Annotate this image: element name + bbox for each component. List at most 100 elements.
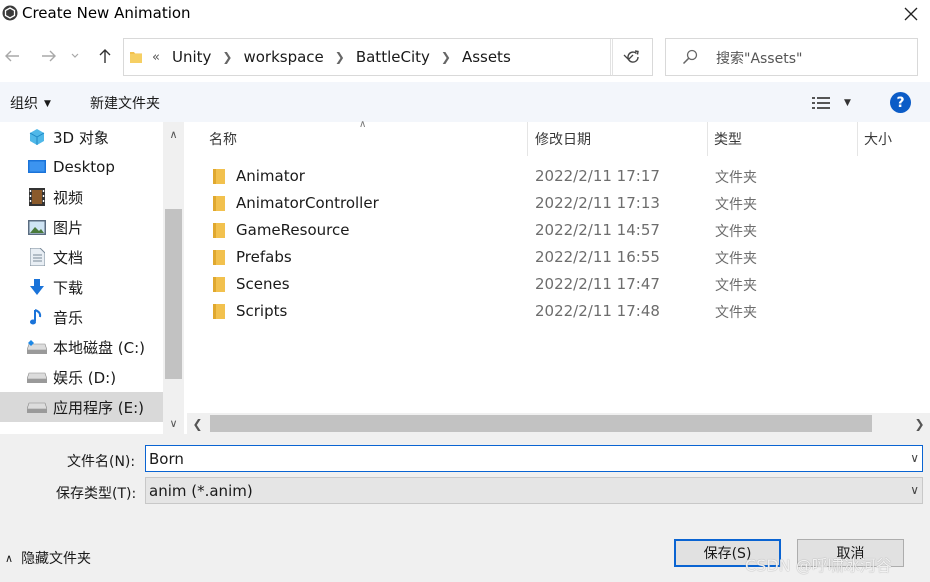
up-button[interactable] <box>94 44 116 68</box>
column-divider[interactable] <box>527 122 528 156</box>
file-row[interactable]: Scenes 2022/2/11 17:47 文件夹 <box>207 271 907 298</box>
file-type: 文件夹 <box>715 224 757 240</box>
command-bar: 组织 ▼ 新建文件夹 ▼ <box>0 82 930 122</box>
sidebar-item-label: 图片 <box>53 218 84 237</box>
recent-locations-button[interactable] <box>69 44 81 68</box>
folder-icon <box>213 196 225 211</box>
file-name: Scenes <box>236 275 290 293</box>
hide-folders-toggle[interactable]: ∧ 隐藏文件夹 <box>5 548 91 568</box>
navigation-bar: « Unity ❯ workspace ❯ BattleCity ❯ Asset… <box>0 30 930 82</box>
column-header-modified[interactable]: 修改日期 <box>535 122 591 156</box>
file-name: GameResource <box>236 221 350 239</box>
search-box[interactable]: 搜索"Assets" <box>665 38 918 76</box>
sidebar-item-documents[interactable]: 文档 <box>0 242 163 272</box>
download-icon <box>27 277 47 297</box>
refresh-button[interactable] <box>612 38 653 76</box>
sidebar-item-music[interactable]: 音乐 <box>0 302 163 332</box>
cube-icon <box>27 127 47 147</box>
file-row[interactable]: Prefabs 2022/2/11 16:55 文件夹 <box>207 244 907 271</box>
breadcrumb-battlecity[interactable]: BattleCity <box>356 48 430 66</box>
sidebar-item-drive-e[interactable]: 应用程序 (E:) <box>0 392 163 422</box>
unity-logo-icon <box>2 5 18 21</box>
file-row[interactable]: GameResource 2022/2/11 14:57 文件夹 <box>207 217 907 244</box>
sidebar-item-3d-objects[interactable]: 3D 对象 <box>0 122 163 152</box>
chevron-down-icon[interactable]: ∨ <box>910 451 919 465</box>
file-modified: 2022/2/11 17:47 <box>535 275 660 293</box>
breadcrumb-workspace[interactable]: workspace <box>243 48 323 66</box>
sidebar-item-label: 音乐 <box>53 308 84 327</box>
column-divider[interactable] <box>857 122 858 156</box>
scroll-right-icon[interactable]: ❯ <box>909 413 930 434</box>
scroll-down-icon[interactable]: ∨ <box>163 413 184 433</box>
chevron-down-icon <box>71 53 79 58</box>
arrow-up-icon <box>99 49 111 63</box>
sidebar-item-drive-d[interactable]: 娱乐 (D:) <box>0 362 163 392</box>
sidebar-item-drive-c[interactable]: 本地磁盘 (C:) <box>0 332 163 362</box>
file-modified: 2022/2/11 17:17 <box>535 167 660 185</box>
sidebar-item-pictures[interactable]: 图片 <box>0 212 163 242</box>
column-header-type[interactable]: 类型 <box>714 122 742 156</box>
breadcrumb-unity[interactable]: Unity <box>172 48 211 66</box>
file-row[interactable]: Scripts 2022/2/11 17:48 文件夹 <box>207 298 907 325</box>
scroll-left-icon[interactable]: ❮ <box>187 413 208 434</box>
folder-icon <box>130 52 142 63</box>
column-header-name[interactable]: 名称 <box>209 122 237 156</box>
file-modified: 2022/2/11 17:13 <box>535 194 660 212</box>
filename-label: 文件名(N): <box>67 454 136 470</box>
organize-menu[interactable]: 组织 ▼ <box>10 93 51 113</box>
help-icon[interactable]: ? <box>890 92 911 113</box>
column-header-size[interactable]: 大小 <box>864 122 892 156</box>
breadcrumb-overflow[interactable]: « <box>152 50 160 65</box>
breadcrumb-separator-icon[interactable]: ❯ <box>335 50 345 64</box>
address-bar[interactable]: « Unity ❯ workspace ❯ BattleCity ❯ Asset… <box>123 38 653 76</box>
filetype-select[interactable]: anim (*.anim) ∨ <box>145 477 923 504</box>
details-view-icon <box>812 97 830 109</box>
desktop-icon <box>27 157 47 177</box>
file-row[interactable]: Animator 2022/2/11 17:17 文件夹 <box>207 163 907 190</box>
file-name: Animator <box>236 167 305 185</box>
breadcrumb-separator-icon[interactable]: ❯ <box>222 50 232 64</box>
sidebar-item-label: 下载 <box>53 278 84 297</box>
scrollbar-thumb[interactable] <box>210 415 872 432</box>
column-divider[interactable] <box>707 122 708 156</box>
folder-icon <box>213 169 225 184</box>
file-modified: 2022/2/11 17:48 <box>535 302 660 320</box>
file-list: ∧ 名称 修改日期 类型 大小 Animator 2022/2/11 17:17… <box>187 119 930 434</box>
folder-icon <box>213 223 225 238</box>
chevron-down-icon[interactable]: ∨ <box>910 483 919 497</box>
file-modified: 2022/2/11 16:55 <box>535 248 660 266</box>
video-icon <box>27 187 47 207</box>
watermark: CSDN @呼啸冰河谷 <box>745 556 892 575</box>
file-row[interactable]: AnimatorController 2022/2/11 17:13 文件夹 <box>207 190 907 217</box>
caret-down-icon: ▼ <box>44 99 51 109</box>
file-type: 文件夹 <box>715 305 757 321</box>
sidebar-item-label: 文档 <box>53 248 84 267</box>
view-options-button[interactable]: ▼ <box>812 94 857 112</box>
file-list-scrollbar[interactable]: ❮ ❯ <box>187 413 930 434</box>
search-icon <box>682 49 698 65</box>
sidebar-item-label: Desktop <box>53 158 115 176</box>
drive-icon <box>27 337 47 357</box>
scrollbar-thumb[interactable] <box>165 209 182 379</box>
search-placeholder[interactable]: 搜索"Assets" <box>716 48 802 68</box>
sidebar-item-videos[interactable]: 视频 <box>0 182 163 212</box>
filename-input[interactable]: Born ∨ <box>145 445 923 472</box>
filename-value[interactable]: Born <box>149 450 184 468</box>
arrow-right-icon <box>42 50 56 62</box>
navigation-pane: 3D 对象 Desktop 视频 图片 文档 下载 音乐 本地磁盘 (C:) 娱… <box>0 122 184 434</box>
chevron-up-icon: ∧ <box>5 551 14 565</box>
forward-button[interactable] <box>38 44 60 68</box>
sort-ascending-icon: ∧ <box>359 119 367 130</box>
sidebar-item-downloads[interactable]: 下载 <box>0 272 163 302</box>
breadcrumb-separator-icon[interactable]: ❯ <box>441 50 451 64</box>
filetype-label: 保存类型(T): <box>56 486 137 502</box>
scroll-up-icon[interactable]: ∧ <box>163 124 184 144</box>
folder-icon <box>213 250 225 265</box>
sidebar-item-desktop[interactable]: Desktop <box>0 152 163 182</box>
breadcrumb-assets[interactable]: Assets <box>462 48 511 66</box>
new-folder-button[interactable]: 新建文件夹 <box>90 93 160 113</box>
sidebar-scrollbar[interactable]: ∧ ∨ <box>163 122 184 434</box>
back-button[interactable] <box>1 44 23 68</box>
close-button[interactable] <box>892 0 930 28</box>
caret-down-icon: ▼ <box>844 98 851 108</box>
